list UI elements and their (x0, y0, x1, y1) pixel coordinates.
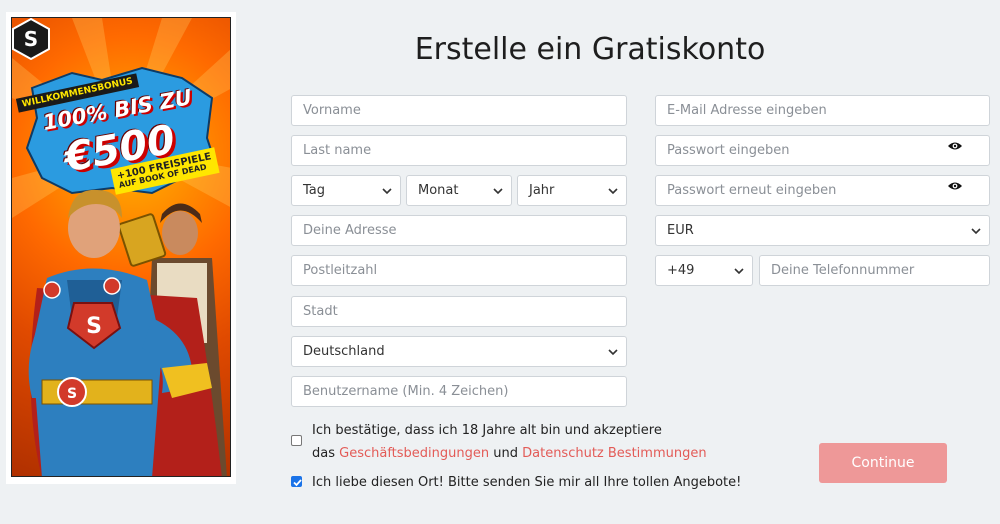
password-input[interactable]: Passwort eingeben (655, 135, 990, 166)
brand-logo-icon: S (12, 18, 50, 60)
promo-banner-artwork: S S S WILLKOMMENSBONUS 100% BIS ZU €500 … (11, 17, 231, 477)
chevron-down-icon (608, 188, 618, 195)
marketing-checkbox[interactable] (291, 476, 302, 487)
chevron-down-icon (971, 228, 981, 235)
page-title: Erstelle ein Gratiskonto (414, 32, 766, 67)
birth-month-label: Monat (418, 183, 459, 198)
chevron-down-icon (382, 188, 392, 195)
chevron-down-icon (608, 349, 618, 356)
birth-day-select[interactable]: Tag (291, 175, 401, 206)
currency-value: EUR (667, 223, 694, 238)
birth-year-label: Jahr (529, 183, 555, 198)
checkmark-icon (293, 479, 302, 487)
email-input[interactable]: E-Mail Adresse eingeben (655, 95, 990, 126)
chevron-down-icon (493, 188, 503, 195)
birth-year-select[interactable]: Jahr (517, 175, 627, 206)
chevron-down-icon (734, 268, 744, 275)
city-input[interactable]: Stadt (291, 296, 627, 327)
age-terms-prefix: das (312, 446, 340, 461)
age-terms-checkbox[interactable] (291, 435, 302, 446)
password-repeat-input[interactable]: Passwort erneut eingeben (655, 175, 990, 206)
password-placeholder: Passwort eingeben (667, 143, 790, 158)
svg-text:S: S (67, 386, 77, 402)
age-terms-line1: Ich bestätige, dass ich 18 Jahre alt bin… (312, 423, 662, 438)
eye-icon[interactable] (947, 140, 963, 152)
password-repeat-placeholder: Passwort erneut eingeben (667, 183, 837, 198)
phone-input[interactable]: Deine Telefonnummer (759, 255, 990, 286)
continue-button[interactable]: Continue (819, 443, 947, 483)
eye-icon[interactable] (947, 180, 963, 192)
and-word: und (489, 446, 523, 461)
currency-select[interactable]: EUR (655, 215, 990, 246)
postcode-input[interactable]: Postleitzahl (291, 255, 627, 286)
country-value: Deutschland (303, 344, 385, 359)
first-name-input[interactable]: Vorname (291, 95, 627, 126)
phone-prefix-value: +49 (667, 263, 695, 278)
marketing-text: Ich liebe diesen Ort! Bitte senden Sie m… (312, 475, 742, 490)
birth-month-select[interactable]: Monat (406, 175, 512, 206)
phone-prefix-select[interactable]: +49 (655, 255, 753, 286)
svg-text:S: S (24, 27, 38, 51)
address-input[interactable]: Deine Adresse (291, 215, 627, 246)
age-terms-text: Ich bestätige, dass ich 18 Jahre alt bin… (312, 419, 732, 465)
country-select[interactable]: Deutschland (291, 336, 627, 367)
age-terms-line2: das Geschäftsbedingungen und Datenschutz… (312, 442, 732, 465)
username-input[interactable]: Benutzername (Min. 4 Zeichen) (291, 376, 627, 407)
promo-banner[interactable]: S S S WILLKOMMENSBONUS 100% BIS ZU €500 … (6, 12, 236, 484)
svg-text:S: S (86, 314, 102, 339)
birth-day-label: Tag (303, 183, 326, 198)
last-name-input[interactable]: Last name (291, 135, 627, 166)
privacy-link[interactable]: Datenschutz Bestimmungen (522, 446, 706, 461)
terms-link[interactable]: Geschäftsbedingungen (339, 446, 489, 461)
